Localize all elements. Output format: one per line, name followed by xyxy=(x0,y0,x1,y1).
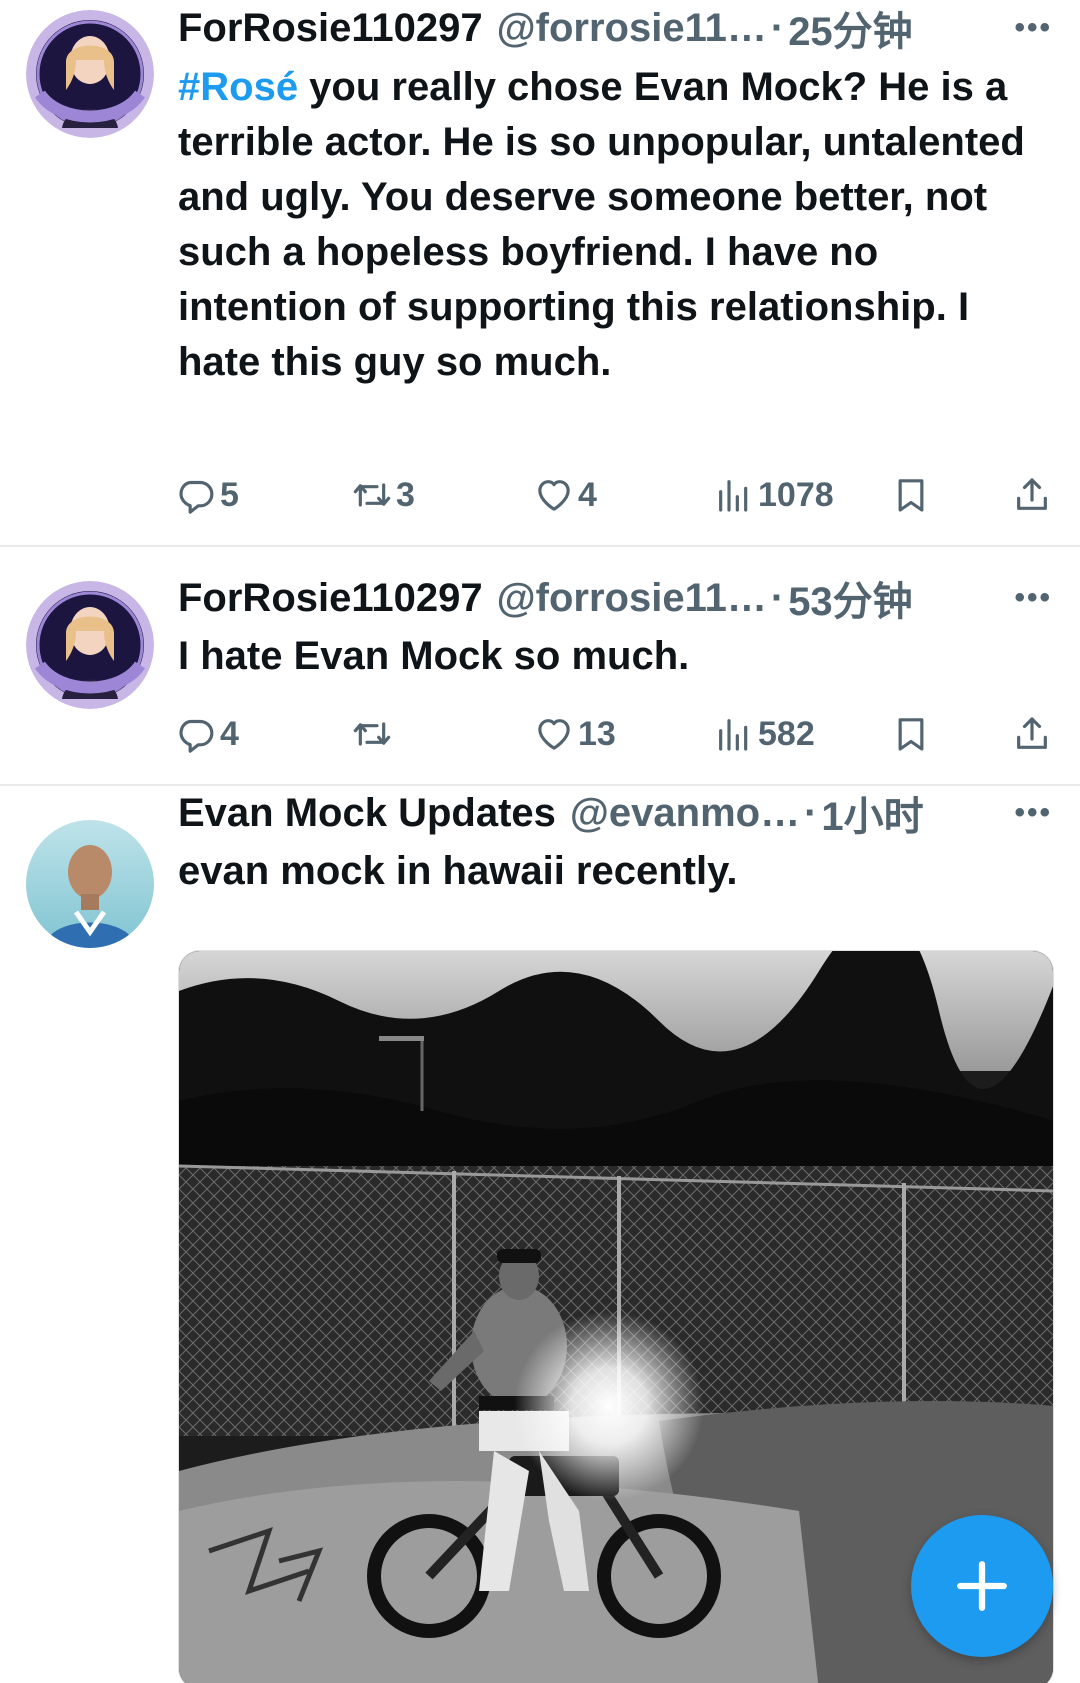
more-options-icon[interactable]: ••• xyxy=(1014,581,1052,615)
views-count: 1078 xyxy=(758,475,834,514)
reply-count: 5 xyxy=(220,475,239,514)
tweet-1[interactable]: ForRosie110297 @forrosie11… · 25分钟 ••• #… xyxy=(0,0,1080,545)
avatar[interactable] xyxy=(26,820,154,948)
views-icon xyxy=(714,475,754,515)
bookmark-button[interactable] xyxy=(891,710,935,758)
share-icon xyxy=(1012,714,1052,754)
tweet-header: ForRosie110297 @forrosie11… · 53分钟 ••• xyxy=(178,573,1052,625)
tweet-actions: 5 3 4 1078 xyxy=(178,471,1058,519)
views-icon xyxy=(714,714,754,754)
more-options-icon[interactable]: ••• xyxy=(1014,796,1052,830)
tweet-text: evan mock in hawaii recently. xyxy=(178,849,738,893)
heart-icon xyxy=(534,714,574,754)
views-button[interactable]: 1078 xyxy=(714,471,834,519)
reply-button[interactable]: 5 xyxy=(176,471,239,519)
tweet-text: I hate Evan Mock so much. xyxy=(178,634,690,678)
display-name[interactable]: Evan Mock Updates xyxy=(178,791,556,836)
tweet-header: ForRosie110297 @forrosie11… · 25分钟 ••• xyxy=(178,3,1052,55)
separator-dot: · xyxy=(804,790,818,835)
tweet-header: Evan Mock Updates @evanmo… · 1小时 ••• xyxy=(178,788,1052,840)
timestamp[interactable]: 25分钟 xyxy=(788,0,913,57)
reply-button[interactable]: 4 xyxy=(176,710,239,758)
retweet-button[interactable] xyxy=(352,710,396,758)
bookmark-icon xyxy=(891,714,931,754)
tweet-text: #Rosé you really chose Evan Mock? He is … xyxy=(178,60,1058,390)
user-handle[interactable]: @evanmo… xyxy=(570,791,800,836)
share-button[interactable] xyxy=(1012,710,1056,758)
more-options-icon[interactable]: ••• xyxy=(1014,11,1052,45)
retweet-button[interactable]: 3 xyxy=(352,471,415,519)
hashtag-link[interactable]: #Rosé xyxy=(178,65,298,109)
views-button[interactable]: 582 xyxy=(714,710,815,758)
user-handle[interactable]: @forrosie11… xyxy=(497,6,767,51)
like-count: 13 xyxy=(578,714,616,753)
tweet-2[interactable]: ForRosie110297 @forrosie11… · 53分钟 ••• I… xyxy=(0,547,1080,784)
reply-icon xyxy=(176,475,216,515)
like-button[interactable]: 4 xyxy=(534,471,597,519)
reply-count: 4 xyxy=(220,714,239,753)
bookmark-button[interactable] xyxy=(891,471,935,519)
separator-dot: · xyxy=(770,575,785,620)
tweet-text-body: you really chose Evan Mock? He is a terr… xyxy=(178,65,1025,384)
heart-icon xyxy=(534,475,574,515)
like-button[interactable]: 13 xyxy=(534,710,616,758)
display-name[interactable]: ForRosie110297 xyxy=(178,576,483,621)
retweet-icon xyxy=(352,714,392,754)
views-count: 582 xyxy=(758,714,815,753)
reply-icon xyxy=(176,714,216,754)
timestamp[interactable]: 53分钟 xyxy=(788,569,913,627)
avatar[interactable] xyxy=(26,581,154,709)
like-count: 4 xyxy=(578,475,597,514)
retweet-count: 3 xyxy=(396,475,415,514)
share-button[interactable] xyxy=(1012,471,1056,519)
timestamp[interactable]: 1小时 xyxy=(821,784,923,842)
avatar[interactable] xyxy=(26,10,154,138)
tweet-actions: 4 13 582 xyxy=(178,710,1058,758)
display-name[interactable]: ForRosie110297 xyxy=(178,6,483,51)
plus-icon xyxy=(957,1561,1007,1611)
user-handle[interactable]: @forrosie11… xyxy=(497,576,767,621)
share-icon xyxy=(1012,475,1052,515)
bookmark-icon xyxy=(891,475,931,515)
compose-button[interactable] xyxy=(911,1515,1053,1657)
retweet-icon xyxy=(352,475,392,515)
separator-dot: · xyxy=(770,5,785,50)
